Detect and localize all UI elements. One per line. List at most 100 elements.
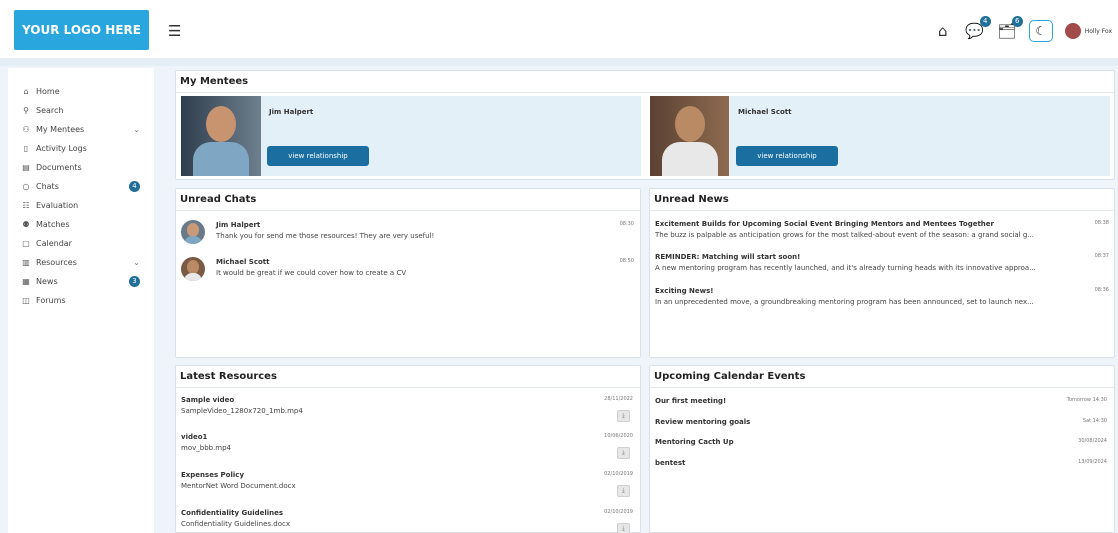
mentee-name: Michael Scott: [738, 108, 792, 116]
user-avatar[interactable]: [1064, 23, 1081, 39]
chat-name: Jim Halpert: [216, 221, 261, 229]
event-date: 13/09/2024: [1078, 459, 1107, 465]
hamburger-icon[interactable]: ☰: [168, 22, 181, 40]
resource-file: MentorNet Word Document.docx: [181, 482, 296, 490]
event-date: Tomorrow 14:30: [1066, 397, 1107, 403]
sidebar: ⌂ Home ⚲ Search ⚇ My Mentees ⌄ ▯ Activity Log…: [8, 68, 154, 533]
sidebar-item-news[interactable]: ▦ News 3: [8, 272, 154, 291]
resource-title: Expenses Policy: [181, 471, 245, 479]
resource-title: Sample video: [181, 396, 235, 404]
chat-name: Michael Scott: [216, 258, 270, 266]
sidebar-item-documents[interactable]: ▤ Documents: [8, 158, 154, 177]
avatar: [181, 220, 205, 244]
sidebar-item-search[interactable]: ⚲ Search: [8, 101, 154, 120]
my-mentees-panel: My Mentees Jim Halpert view relationship…: [175, 70, 1115, 180]
resource-item[interactable]: Sample video SampleVideo_1280x720_1mb.mp…: [181, 396, 635, 432]
notifications-icon[interactable]: 🗂 6: [997, 16, 1023, 40]
latest-resources-panel: Latest Resources Sample video SampleVide…: [175, 365, 641, 533]
download-icon[interactable]: ⤓: [617, 447, 630, 459]
resource-title: Confidentiality Guidelines: [181, 509, 284, 517]
sidebar-item-label: Forums: [36, 296, 66, 305]
sidebar-item-calendar[interactable]: ▢ Calendar: [8, 234, 154, 253]
search-icon: ⚲: [23, 106, 29, 115]
chat-message: It would be great if we could cover how …: [216, 269, 407, 277]
event-title: Mentoring Cacth Up: [655, 438, 734, 446]
calendar-icon: ▢: [22, 239, 30, 248]
notification-badge: 6: [1011, 16, 1023, 27]
news-title: Exciting News!: [655, 287, 714, 295]
sidebar-item-forums[interactable]: ◫ Forums: [8, 291, 154, 310]
sidebar-item-matches[interactable]: ⚉ Matches: [8, 215, 154, 234]
news-item[interactable]: Exciting News! In an unprecedented move,…: [655, 287, 1109, 306]
sidebar-item-activity-logs[interactable]: ▯ Activity Logs: [8, 139, 154, 158]
news-title: REMINDER: Matching will start soon!: [655, 253, 801, 261]
home-icon[interactable]: ⌂: [933, 22, 953, 40]
sidebar-item-label: Evaluation: [36, 201, 79, 210]
chevron-down-icon[interactable]: ⌄: [133, 125, 140, 134]
sidebar-item-label: Search: [36, 106, 64, 115]
sidebar-item-resources[interactable]: ▥ Resources ⌄: [8, 253, 154, 272]
users-icon: ⚇: [22, 125, 30, 134]
event-date: 30/08/2024: [1078, 438, 1107, 444]
news-text: In an unprecedented move, a groundbreaki…: [655, 298, 1034, 306]
resource-item[interactable]: video1 mov_bbb.mp4 10/06/2020 ⤓: [181, 433, 635, 469]
matches-icon: ⚉: [22, 220, 30, 229]
document-icon: ▤: [22, 163, 30, 172]
forums-icon: ◫: [22, 296, 30, 305]
news-icon: ▦: [22, 277, 30, 286]
event-item[interactable]: Our first meeting! Tomorrow 14:30: [655, 397, 1109, 411]
resource-title: video1: [181, 433, 208, 441]
home-icon: ⌂: [23, 87, 29, 96]
chevron-down-icon[interactable]: ⌄: [133, 258, 140, 267]
view-relationship-button[interactable]: view relationship: [736, 146, 838, 166]
news-item[interactable]: REMINDER: Matching will start soon! A ne…: [655, 253, 1109, 272]
chat-time: 08:30: [619, 221, 634, 227]
event-item[interactable]: Mentoring Cacth Up 30/08/2024: [655, 438, 1109, 452]
download-icon[interactable]: ⤓: [617, 485, 630, 497]
resource-item[interactable]: Confidentiality Guidelines Confidentiali…: [181, 509, 635, 533]
news-time: 08:38: [1094, 220, 1109, 226]
news-item[interactable]: Excitement Builds for Upcoming Social Ev…: [655, 220, 1109, 239]
resource-file: Confidentiality Guidelines.docx: [181, 520, 290, 528]
resources-icon: ▥: [22, 258, 30, 267]
mentee-photo: [181, 96, 261, 176]
event-date: Sat 14:30: [1082, 418, 1107, 424]
news-time: 08:36: [1094, 287, 1109, 293]
download-icon[interactable]: ⤓: [617, 523, 630, 533]
chats-badge: 4: [129, 181, 140, 192]
mentee-photo: [650, 96, 729, 176]
resource-item[interactable]: Expenses Policy MentorNet Word Document.…: [181, 471, 635, 507]
top-header: YOUR LOGO HERE ☰ ⌂ 💬 4 🗂 6 ☾ Holly Fox: [0, 0, 1118, 64]
resource-file: mov_bbb.mp4: [181, 444, 232, 452]
chat-badge: 4: [979, 16, 991, 27]
sidebar-item-my-mentees[interactable]: ⚇ My Mentees ⌄: [8, 120, 154, 139]
resource-date: 28/11/2022: [604, 396, 633, 402]
chat-row[interactable]: Michael Scott It would be great if we co…: [176, 255, 640, 291]
theme-toggle-icon[interactable]: ☾: [1028, 20, 1053, 42]
panel-title: My Mentees: [176, 71, 1114, 93]
evaluation-icon: ☷: [22, 201, 30, 210]
avatar: [181, 257, 205, 281]
logo[interactable]: YOUR LOGO HERE: [14, 10, 149, 50]
panel-title: Upcoming Calendar Events: [650, 366, 1114, 388]
mentee-card: Jim Halpert view relationship: [181, 96, 641, 176]
download-icon[interactable]: ⤓: [617, 410, 630, 422]
resource-date: 02/10/2019: [604, 509, 633, 515]
sidebar-item-label: Home: [36, 87, 60, 96]
chat-row[interactable]: Jim Halpert Thank you for send me those …: [176, 218, 640, 254]
header-divider: [0, 58, 1118, 66]
user-name[interactable]: Holly Fox: [1085, 28, 1112, 35]
view-relationship-button[interactable]: view relationship: [267, 146, 369, 166]
chat-time: 08:50: [619, 258, 634, 264]
sidebar-item-label: Calendar: [36, 239, 72, 248]
event-title: Review mentoring goals: [655, 418, 751, 426]
sidebar-item-home[interactable]: ⌂ Home: [8, 82, 154, 101]
sidebar-item-chats[interactable]: ○ Chats 4: [8, 177, 154, 196]
event-item[interactable]: Review mentoring goals Sat 14:30: [655, 418, 1109, 432]
news-text: The buzz is palpable as anticipation gro…: [655, 231, 1034, 239]
news-text: A new mentoring program has recently lau…: [655, 264, 1036, 272]
sidebar-item-evaluation[interactable]: ☷ Evaluation: [8, 196, 154, 215]
chat-icon[interactable]: 💬 4: [965, 16, 991, 40]
event-item[interactable]: bentest 13/09/2024: [655, 459, 1109, 473]
calendar-events-panel: Upcoming Calendar Events Our first meeti…: [649, 365, 1115, 533]
